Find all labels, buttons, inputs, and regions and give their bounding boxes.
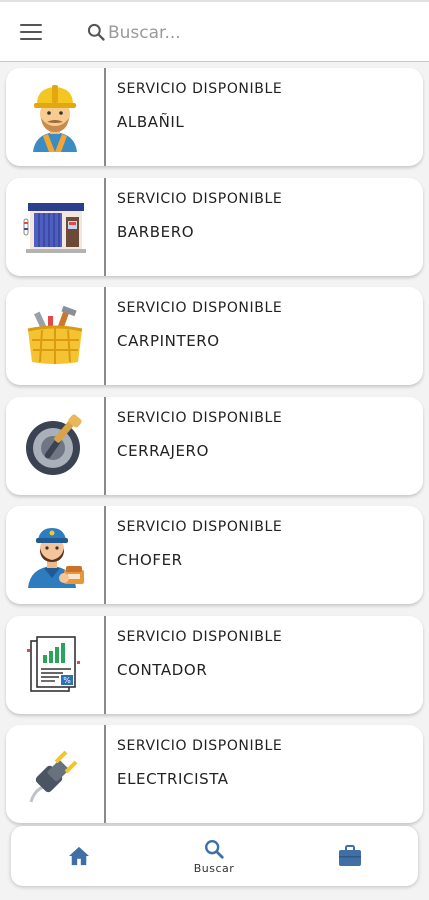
lock-key-icon	[18, 409, 92, 483]
service-card-cerrajero[interactable]: SERVICIO DISPONIBLE CERRAJERO	[6, 396, 423, 495]
service-status: SERVICIO DISPONIBLE	[117, 738, 283, 754]
search-input[interactable]	[108, 20, 398, 46]
card-divider	[104, 177, 106, 276]
service-card-carpintero[interactable]: SERVICIO DISPONIBLE CARPINTERO	[6, 287, 423, 385]
service-status: SERVICIO DISPONIBLE	[117, 81, 283, 97]
service-status: SERVICIO DISPONIBLE	[117, 519, 283, 535]
nav-services[interactable]	[310, 826, 390, 886]
search-icon	[205, 839, 224, 859]
card-divider	[104, 68, 106, 166]
service-card-electricista[interactable]: SERVICIO DISPONIBLE ELECTRICISTA	[6, 725, 423, 823]
card-divider	[104, 506, 106, 604]
bottom-navigation: Buscar	[11, 826, 418, 886]
hamburger-menu-icon[interactable]	[20, 24, 42, 40]
service-name: ALBAÑIL	[117, 113, 185, 131]
svg-text:%: %	[63, 676, 71, 685]
service-card-albanil[interactable]: SERVICIO DISPONIBLE ALBAÑIL	[6, 68, 423, 166]
nav-home[interactable]	[39, 826, 119, 886]
nav-search-label: Buscar	[193, 861, 235, 875]
construction-worker-icon	[18, 80, 92, 154]
toolbox-icon	[18, 299, 92, 373]
nav-search[interactable]: Buscar	[174, 826, 254, 886]
search-icon	[87, 23, 105, 41]
accounting-report-icon: %	[18, 628, 92, 702]
briefcase-icon	[339, 845, 361, 866]
card-divider	[104, 615, 106, 714]
service-card-chofer[interactable]: SERVICIO DISPONIBLE CHOFER	[6, 506, 423, 604]
home-icon	[69, 846, 89, 866]
service-status: SERVICIO DISPONIBLE	[117, 409, 283, 426]
service-status: SERVICIO DISPONIBLE	[117, 628, 283, 645]
card-divider	[104, 725, 106, 823]
card-divider	[104, 396, 106, 495]
services-list: SERVICIO DISPONIBLE ALBAÑIL SERVICIO DIS…	[6, 68, 423, 835]
service-status: SERVICIO DISPONIBLE	[117, 190, 283, 207]
service-name: CHOFER	[117, 551, 183, 569]
service-name: CONTADOR	[117, 660, 208, 679]
driver-icon	[18, 518, 92, 592]
service-name: BARBERO	[117, 222, 195, 241]
top-app-bar	[0, 0, 429, 62]
electric-plug-icon	[18, 737, 92, 811]
service-name: ELECTRICISTA	[117, 770, 229, 788]
card-divider	[104, 287, 106, 385]
barber-shop-icon	[18, 190, 92, 264]
service-card-barbero[interactable]: SERVICIO DISPONIBLE BARBERO	[6, 177, 423, 276]
search-bar[interactable]	[86, 20, 406, 46]
service-status: SERVICIO DISPONIBLE	[117, 300, 283, 316]
service-name: CERRAJERO	[117, 441, 209, 460]
service-name: CARPINTERO	[117, 332, 220, 350]
service-card-contador[interactable]: % SERVICIO DISPONIBLE CONTADOR	[6, 615, 423, 714]
